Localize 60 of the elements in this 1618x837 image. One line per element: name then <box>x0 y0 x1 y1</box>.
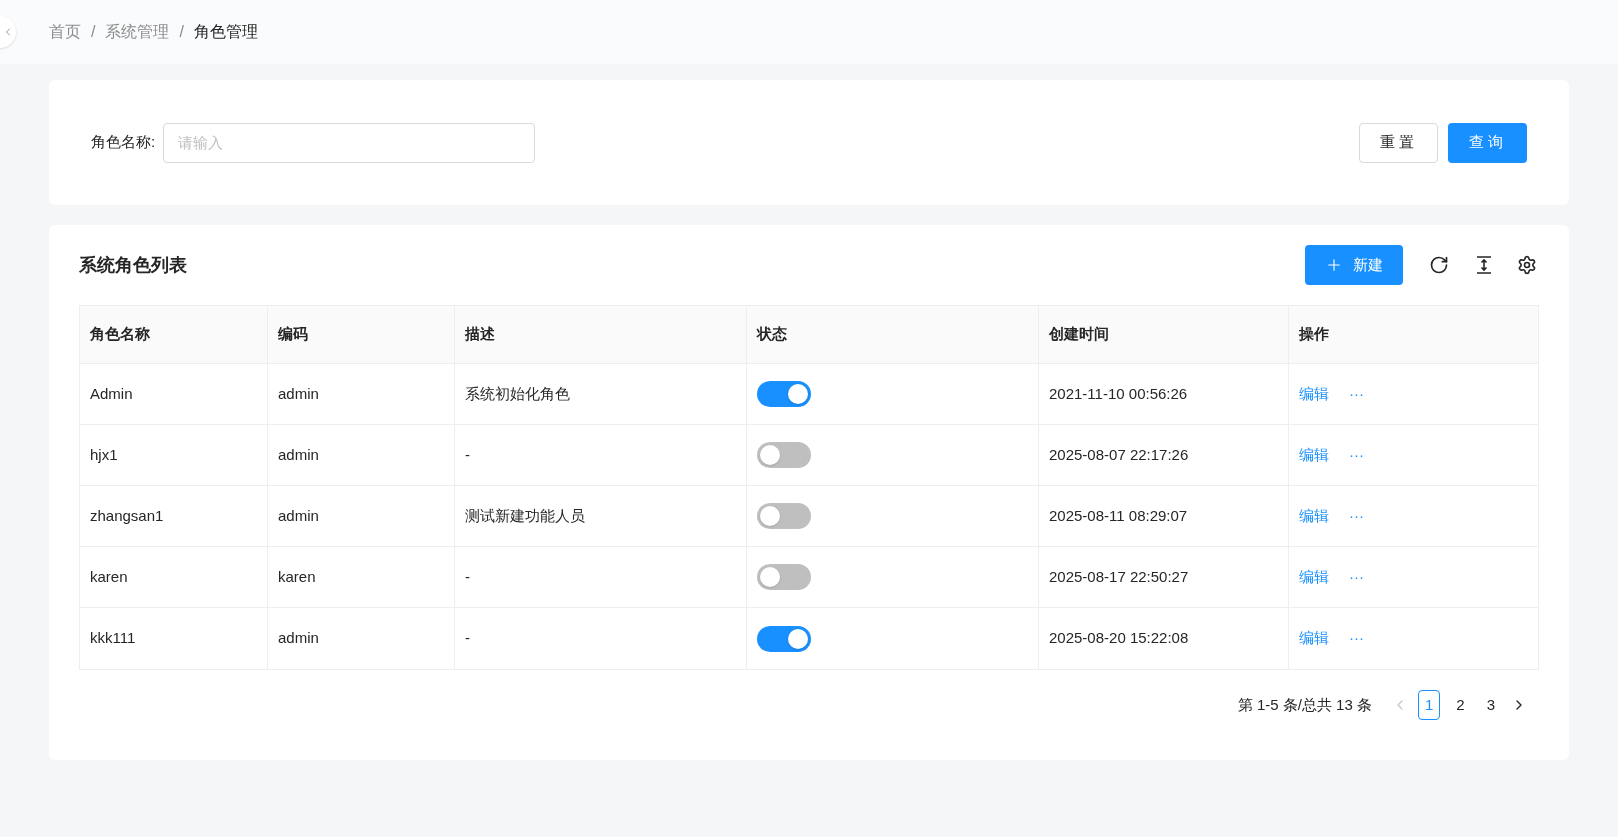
breadcrumb-separator: / <box>91 22 96 42</box>
more-link[interactable]: ··· <box>1349 627 1364 650</box>
table-cell-text: admin <box>278 444 319 465</box>
column-header: 角色名称 <box>80 306 268 363</box>
status-toggle[interactable] <box>757 381 811 407</box>
query-button[interactable]: 查询 <box>1448 122 1527 163</box>
column-header: 描述 <box>455 306 747 363</box>
table-cell-text: admin <box>278 628 319 649</box>
edit-link[interactable]: 编辑 <box>1299 443 1329 467</box>
plus-icon <box>1325 256 1343 274</box>
page-button[interactable]: 3 <box>1480 690 1501 720</box>
breadcrumb-item[interactable]: 系统管理 <box>105 20 170 44</box>
table-cell-text: 2021-11-10 00:56:26 <box>1049 383 1188 404</box>
column-header: 操作 <box>1298 324 1330 345</box>
column-header: 编码 <box>268 306 455 363</box>
page-button[interactable]: 1 <box>1417 690 1441 720</box>
table-cell-text: admin <box>278 383 319 404</box>
table-cell-text: - <box>465 628 470 649</box>
status-toggle[interactable] <box>757 625 811 652</box>
row-height-icon[interactable] <box>1475 255 1493 275</box>
table-cell-text: kkk111 <box>90 628 136 649</box>
table-cell-text: - <box>465 444 470 465</box>
column-header: 创建时间 <box>1039 306 1289 363</box>
new-button[interactable]: 新建 <box>1305 245 1403 285</box>
refresh-icon[interactable] <box>1429 255 1449 275</box>
reset-button[interactable]: 重置 <box>1359 122 1438 163</box>
more-link[interactable]: ··· <box>1349 443 1364 467</box>
breadcrumb-separator: / <box>179 22 184 42</box>
table-cell-text: karen <box>90 566 128 587</box>
table-cell-text: - <box>465 566 470 587</box>
table-cell-text: 系统初始化角色 <box>465 383 570 404</box>
card-title: 系统角色列表 <box>79 253 187 277</box>
edit-link[interactable]: 编辑 <box>1299 504 1329 528</box>
role-name-input[interactable]: 请输入 <box>163 122 536 163</box>
table-cell-text: Admin <box>90 383 133 404</box>
table-cell-text: admin <box>278 505 319 526</box>
more-link[interactable]: ··· <box>1349 565 1364 589</box>
edit-link[interactable]: 编辑 <box>1299 382 1329 406</box>
field-label: 角色名称: <box>91 132 156 153</box>
edit-link[interactable]: 编辑 <box>1299 565 1329 589</box>
table-cell-text: 2025-08-17 22:50:27 <box>1049 566 1189 587</box>
table-cell-text: 测试新建功能人员 <box>465 505 585 526</box>
breadcrumb-item: 角色管理 <box>193 22 258 42</box>
status-toggle[interactable] <box>757 564 811 590</box>
more-link[interactable]: ··· <box>1349 382 1364 406</box>
status-toggle[interactable] <box>757 503 811 529</box>
table-cell-text: 2025-08-20 15:22:08 <box>1049 628 1189 649</box>
settings-icon[interactable] <box>1517 255 1537 275</box>
more-link[interactable]: ··· <box>1349 504 1364 528</box>
breadcrumb-item[interactable]: 首页 <box>49 20 81 44</box>
column-header: 状态 <box>747 306 1039 363</box>
table-cell-text: zhangsan1 <box>90 505 164 526</box>
edit-link[interactable]: 编辑 <box>1299 627 1329 650</box>
status-toggle[interactable] <box>757 442 811 468</box>
table-cell-text: 2025-08-11 08:29:07 <box>1049 505 1188 526</box>
table-cell-text: 2025-08-07 22:17:26 <box>1049 444 1189 465</box>
pagination-summary: 第 1-5 条/总共 13 条 <box>1237 694 1372 715</box>
table-cell-text: hjx1 <box>90 444 118 465</box>
table-cell-text: karen <box>278 566 316 587</box>
page-button[interactable]: 2 <box>1450 690 1471 720</box>
